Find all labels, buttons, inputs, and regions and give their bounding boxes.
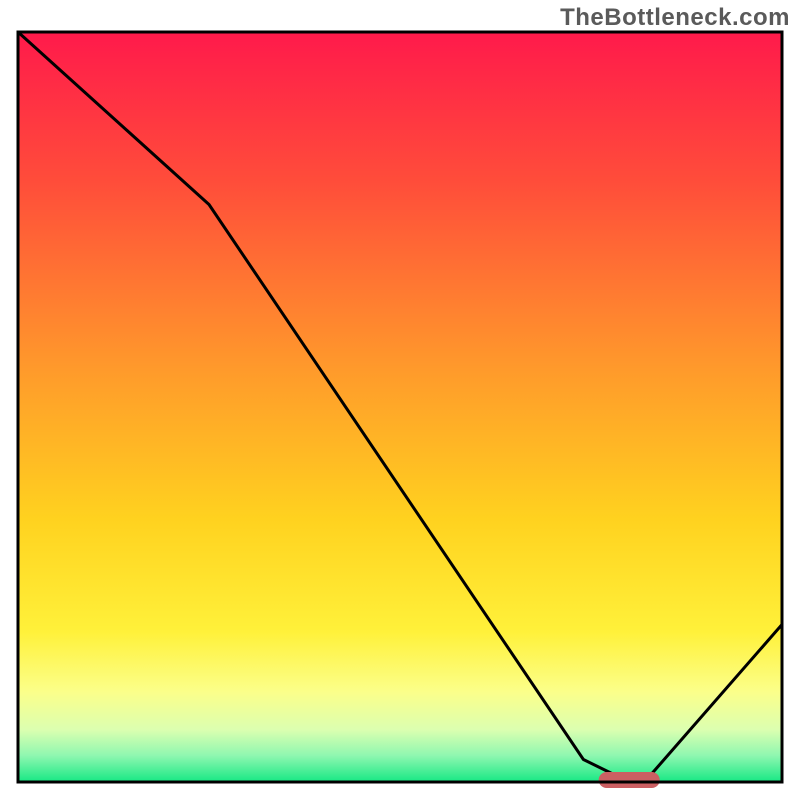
optimal-range-marker xyxy=(599,772,660,788)
chart-stage: TheBottleneck.com xyxy=(0,0,800,800)
plot-background xyxy=(18,32,782,782)
bottleneck-chart xyxy=(0,0,800,800)
watermark-text: TheBottleneck.com xyxy=(560,4,790,32)
